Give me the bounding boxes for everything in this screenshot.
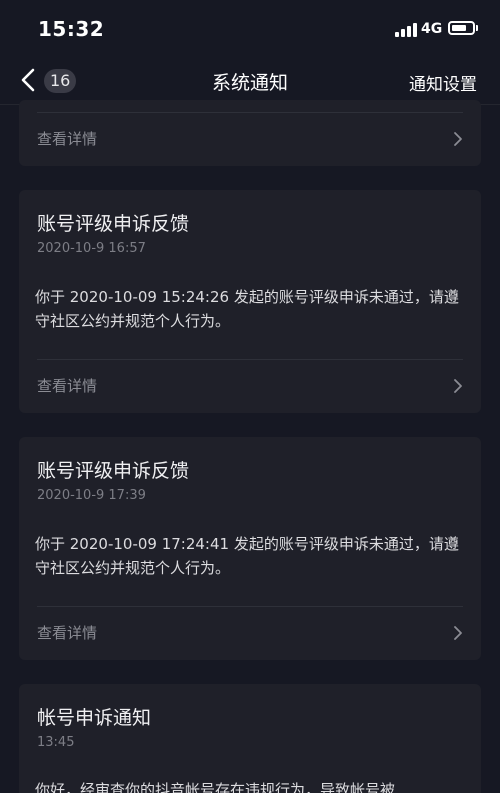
battery-icon — [448, 21, 475, 35]
chevron-right-icon — [454, 626, 462, 640]
notification-card: 账号评级申诉反馈 2020-10-9 17:39 你于 2020-10-09 1… — [19, 437, 481, 660]
back-icon[interactable] — [18, 67, 40, 93]
unread-count-badge[interactable]: 16 — [44, 69, 77, 93]
notification-body: 你于 2020-10-09 15:24:26 发起的账号评级申诉未通过，请遵守社… — [35, 288, 459, 330]
notification-time: 13:45 — [37, 735, 75, 750]
chevron-right-icon — [454, 132, 462, 146]
notification-body: 你好，经审查你的抖音帐号存在违规行为，导致帐号被 — [35, 781, 396, 793]
view-details-label: 查看详情 — [37, 130, 98, 148]
notification-title: 账号评级申诉反馈 — [37, 213, 190, 235]
view-details-row[interactable]: 查看详情 — [19, 113, 481, 165]
view-details-row[interactable]: 查看详情 — [19, 607, 481, 659]
notification-card: 账号评级申诉反馈 2020-10-9 16:57 你于 2020-10-09 1… — [19, 190, 481, 413]
notification-time: 2020-10-9 16:57 — [37, 241, 146, 256]
notification-card: 帐号申诉通知 13:45 你好，经审查你的抖音帐号存在违规行为，导致帐号被 — [19, 684, 481, 793]
status-time: 15:32 — [38, 17, 105, 41]
view-details-label: 查看详情 — [37, 624, 98, 642]
signal-icon — [395, 23, 417, 37]
battery-cap — [476, 25, 478, 31]
notification-card: 查看详情 — [19, 100, 481, 166]
chevron-right-icon — [454, 379, 462, 393]
nav-bar: 16 系统通知 通知设置 — [0, 58, 500, 104]
notification-settings-button[interactable]: 通知设置 — [409, 70, 477, 95]
notification-title: 帐号申诉通知 — [37, 707, 152, 729]
view-details-label: 查看详情 — [37, 377, 98, 395]
status-bar: 15:32 4G — [0, 0, 500, 58]
notification-body: 你于 2020-10-09 17:24:41 发起的账号评级申诉未通过，请遵守社… — [35, 535, 459, 577]
notification-time: 2020-10-9 17:39 — [37, 488, 146, 503]
network-label: 4G — [421, 21, 443, 37]
view-details-row[interactable]: 查看详情 — [19, 360, 481, 412]
battery-fill — [452, 25, 466, 31]
screen: 15:32 4G 16 系统通知 通知设置 查看详情 账号评级申诉反馈 2020… — [0, 0, 500, 793]
notification-title: 账号评级申诉反馈 — [37, 460, 190, 482]
